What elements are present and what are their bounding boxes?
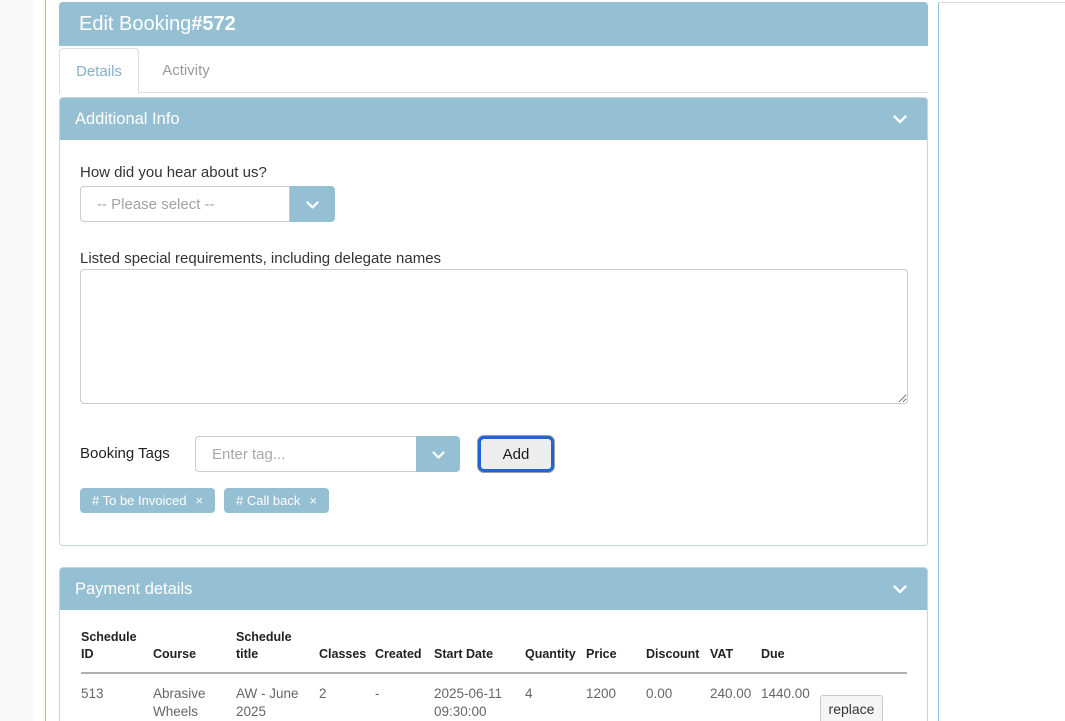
page-title: Edit Booking #572	[59, 2, 928, 46]
remove-tag-icon[interactable]: ×	[309, 493, 317, 508]
tag-pill-call-back: # Call back ×	[224, 488, 329, 513]
remove-tag-icon[interactable]: ×	[195, 493, 203, 508]
hear-about-placeholder: -- Please select --	[97, 196, 215, 213]
payment-details-panel: Payment details Schedule ID Course Sched…	[59, 567, 928, 721]
left-gutter	[0, 0, 33, 721]
col-schedule-id: Schedule ID	[81, 629, 153, 663]
cell-vat: 240.00	[710, 674, 761, 721]
booking-number: #572	[191, 13, 236, 36]
cell-course: Abrasive Wheels	[153, 674, 236, 721]
col-due: Due	[761, 646, 820, 663]
top-border-line	[938, 2, 1065, 3]
tag-pill-to-be-invoiced: # To be Invoiced ×	[80, 488, 215, 513]
col-quantity: Quantity	[525, 646, 586, 663]
tab-details-label: Details	[76, 63, 122, 80]
hear-about-select-value[interactable]: -- Please select --	[80, 186, 290, 222]
payment-details-header[interactable]: Payment details	[60, 568, 927, 610]
col-created: Created	[375, 646, 434, 663]
tab-bar: Details Activity	[59, 46, 928, 97]
chevron-down-icon[interactable]	[893, 585, 907, 594]
cell-created: -	[375, 674, 434, 721]
tab-activity-label: Activity	[162, 62, 210, 79]
col-discount: Discount	[646, 646, 710, 663]
tag-input[interactable]	[195, 436, 416, 472]
cell-quantity: 4	[525, 674, 586, 721]
booking-tags-list: # To be Invoiced × # Call back ×	[80, 488, 329, 513]
cell-start-date: 2025-06-11 09:30:00	[434, 674, 525, 721]
tag-input-group	[195, 436, 460, 472]
additional-info-title: Additional Info	[75, 110, 180, 129]
replace-button[interactable]: replace	[820, 695, 883, 721]
vertical-divider-left	[45, 0, 46, 721]
vertical-divider-right	[938, 3, 939, 721]
col-schedule-title: Schedule title	[236, 629, 319, 663]
booking-tags-row: Booking Tags Add	[60, 436, 927, 472]
cell-actions: replace	[820, 674, 907, 721]
col-start-date: Start Date	[434, 646, 525, 663]
edit-booking-page: Edit Booking #572 Details Activity Addit…	[0, 0, 1065, 721]
col-course: Course	[153, 646, 236, 663]
cell-due: 1440.00	[761, 674, 820, 721]
col-price: Price	[586, 646, 646, 663]
chevron-down-icon	[432, 447, 445, 462]
main-content: Edit Booking #572 Details Activity Addit…	[59, 2, 928, 721]
chevron-down-icon[interactable]	[893, 115, 907, 124]
requirements-label: Listed special requirements, including d…	[80, 250, 441, 267]
chevron-down-icon	[306, 197, 319, 212]
additional-info-header[interactable]: Additional Info	[60, 98, 927, 140]
tag-dropdown-button[interactable]	[416, 436, 460, 472]
payment-table: Schedule ID Course Schedule title Classe…	[81, 629, 907, 721]
tag-pill-label: # Call back	[236, 493, 300, 508]
cell-classes: 2	[319, 674, 375, 721]
requirements-textarea[interactable]	[80, 269, 908, 404]
cell-discount: 0.00	[646, 674, 710, 721]
hear-about-label: How did you hear about us?	[80, 164, 267, 181]
cell-schedule-title: AW - June 2025	[236, 674, 319, 721]
cell-schedule-id: 513	[81, 674, 153, 721]
col-vat: VAT	[710, 646, 761, 663]
hear-about-select[interactable]: -- Please select --	[80, 186, 335, 222]
additional-info-panel: Additional Info How did you hear about u…	[59, 97, 928, 546]
hear-about-dropdown-button[interactable]	[290, 186, 335, 222]
payment-details-title: Payment details	[75, 580, 192, 599]
tab-details[interactable]: Details	[59, 48, 139, 94]
page-title-text: Edit Booking	[79, 13, 191, 36]
table-row: 513 Abrasive Wheels AW - June 2025 2 - 2…	[81, 674, 907, 721]
cell-price: 1200	[586, 674, 646, 721]
tag-pill-label: # To be Invoiced	[92, 493, 186, 508]
tab-activity[interactable]: Activity	[140, 48, 232, 93]
booking-tags-label: Booking Tags	[80, 445, 170, 462]
add-tag-button[interactable]: Add	[478, 436, 554, 472]
payment-table-header: Schedule ID Course Schedule title Classe…	[81, 629, 907, 674]
col-classes: Classes	[319, 646, 375, 663]
